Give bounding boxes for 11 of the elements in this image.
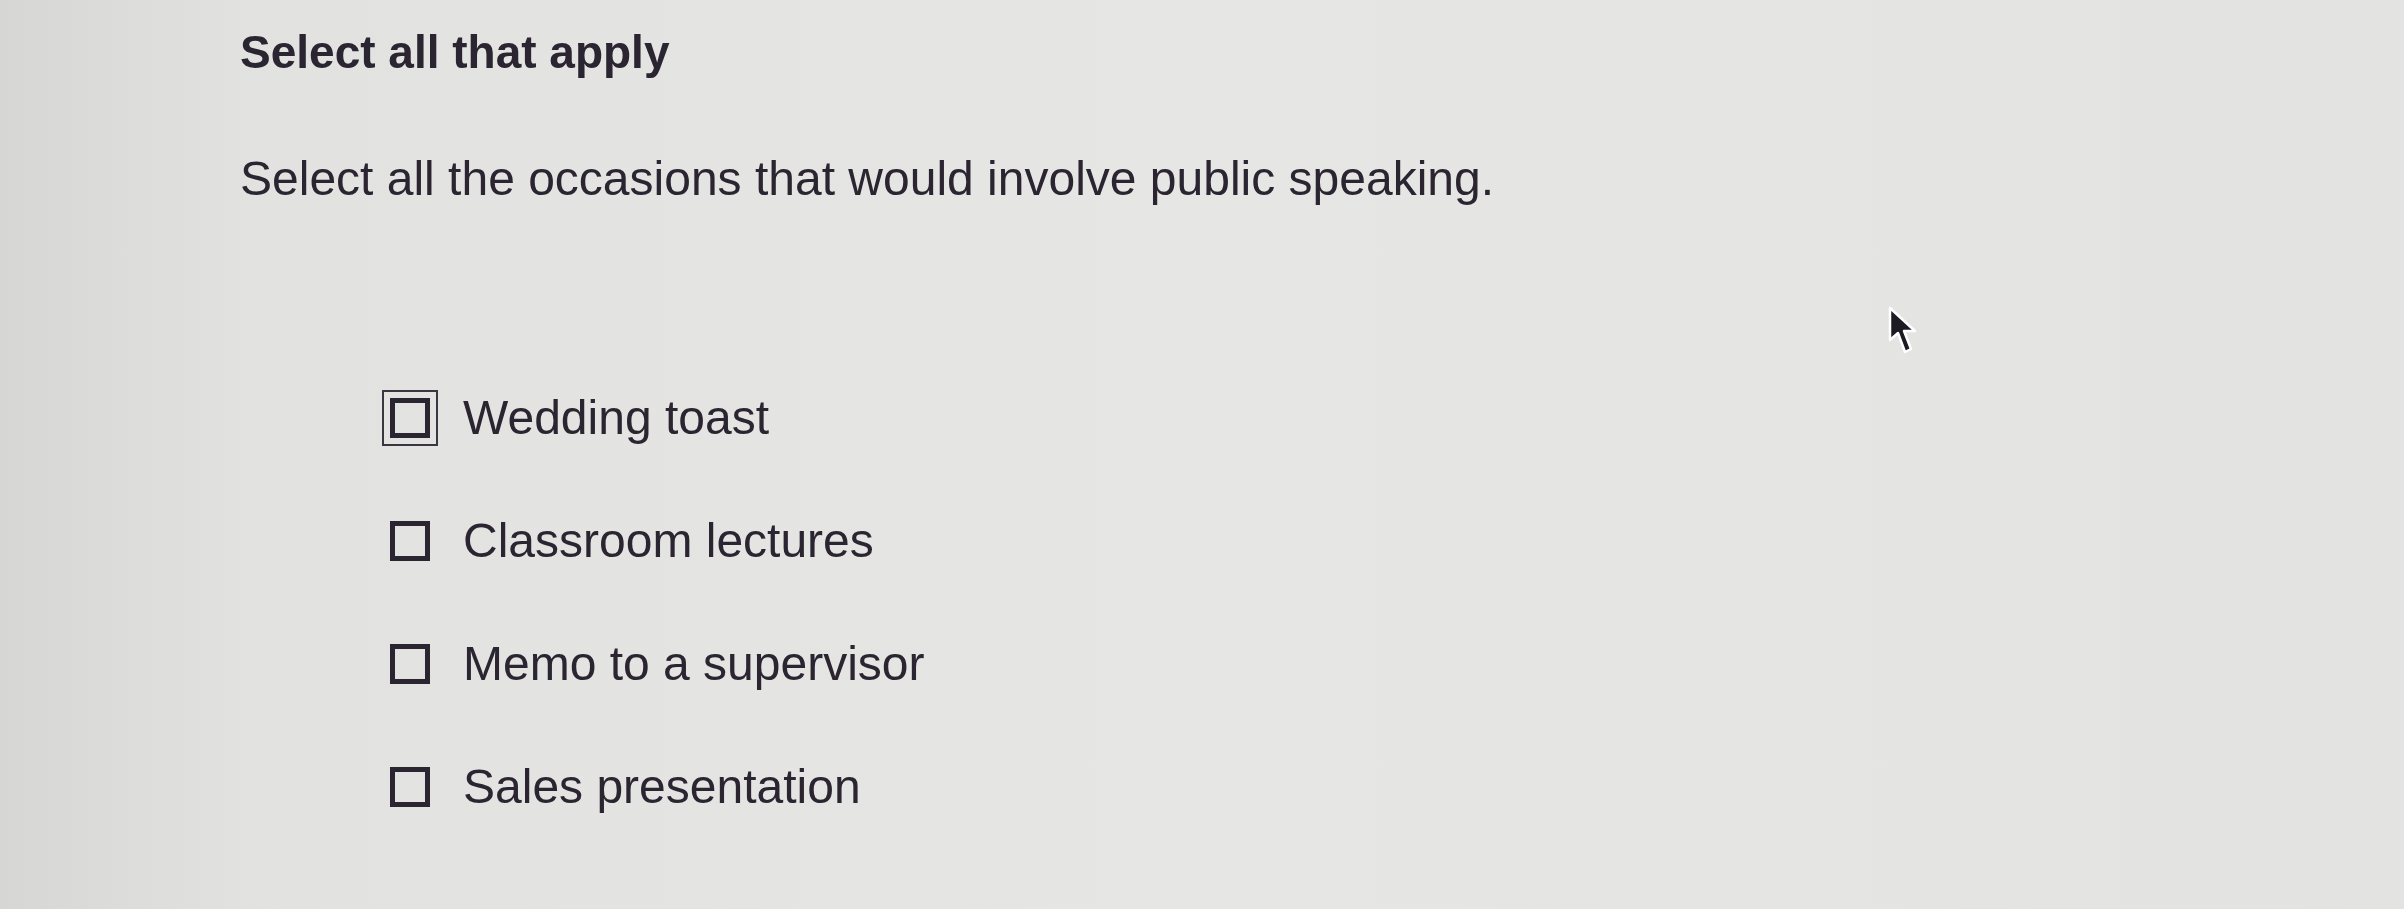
option-label[interactable]: Sales presentation xyxy=(463,757,861,816)
option-label[interactable]: Classroom lectures xyxy=(463,511,874,570)
instruction-heading: Select all that apply xyxy=(240,25,670,80)
checkbox[interactable] xyxy=(390,643,430,684)
checkbox[interactable] xyxy=(390,520,430,561)
option-label[interactable]: Memo to a supervisor xyxy=(463,634,925,693)
option-label[interactable]: Wedding toast xyxy=(463,388,769,447)
checkbox[interactable] xyxy=(390,766,430,807)
question-text: Select all the occasions that would involve public speaking. xyxy=(240,151,1495,207)
mouse-pointer-icon xyxy=(1888,306,1918,356)
checkbox[interactable] xyxy=(382,389,438,446)
